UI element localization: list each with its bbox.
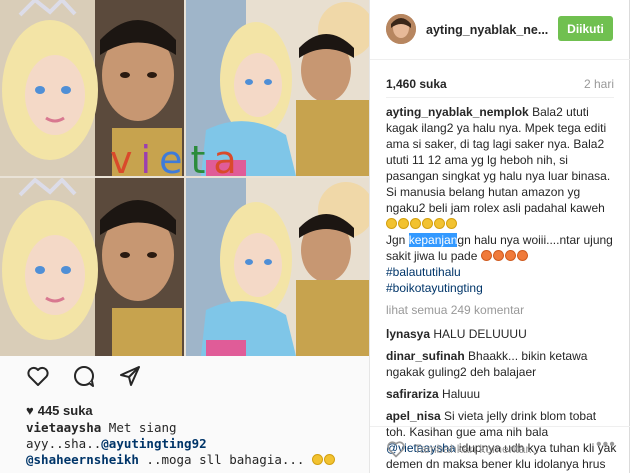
comment-input[interactable] — [414, 437, 586, 461]
likes-count-panel[interactable]: 1,460 suka — [386, 77, 447, 91]
emoji-smile-icon — [324, 454, 335, 465]
photo-quadrant-top-left — [0, 0, 184, 176]
heart-small-icon: ♥ — [26, 403, 34, 418]
post-header: ayting_nyablak_ne... Diikuti — [370, 0, 630, 60]
caption-username[interactable]: vietaaysha — [26, 420, 101, 435]
emoji-angry-icon — [504, 250, 516, 261]
comment-item: dinar_sufinah Bhaakk... bikin ketawa nga… — [386, 348, 618, 380]
avatar[interactable] — [386, 14, 416, 44]
hashtag-link[interactable]: #balaututihalu — [386, 265, 461, 279]
caption-text-2: ayy..sha.. — [26, 436, 102, 451]
emoji-laugh-icon — [410, 218, 421, 229]
comment-text: HALU DELUUUU — [433, 327, 527, 341]
emoji-smile-icon — [312, 454, 323, 465]
view-all-comments-link[interactable]: lihat semua 249 komentar — [386, 302, 618, 318]
emoji-angry-icon — [480, 250, 492, 261]
following-button[interactable]: Diikuti — [558, 16, 613, 41]
selected-text: kepanjan — [408, 233, 458, 247]
heart-icon[interactable] — [24, 362, 52, 390]
photo-quadrant-bottom-right — [186, 178, 369, 356]
comment-username[interactable]: dinar_sufinah — [386, 349, 465, 363]
emoji-laugh-icon — [434, 218, 445, 229]
comments-list: ayting_nyablak_nemplok Bala2 ututi kagak… — [386, 104, 618, 473]
comment-text: Haluuu — [442, 387, 481, 401]
main-comment: ayting_nyablak_nemplok Bala2 ututi kagak… — [386, 104, 618, 296]
comment-item: safirariza Haluuu — [386, 386, 618, 402]
hashtag-link[interactable]: #boikotayutingting — [386, 281, 483, 295]
comment-icon[interactable] — [70, 362, 98, 390]
comment-username[interactable]: safirariza — [386, 387, 439, 401]
emoji-laugh-icon — [422, 218, 433, 229]
emoji-angry-icon — [516, 250, 528, 261]
add-comment-bar: ••• — [370, 426, 630, 473]
post-likes[interactable]: ♥ 445 suka — [26, 403, 93, 418]
post-actions — [24, 362, 144, 390]
comment-text: Bala2 ututi kagak ilang2 ya halu nya. Mp… — [386, 105, 611, 215]
like-heart-icon[interactable] — [386, 439, 406, 459]
divider — [386, 97, 614, 98]
photo-quadrant-top-right — [186, 0, 369, 176]
comment-item: lynasya HALU DELUUUU — [386, 326, 618, 342]
caption-text-1: Met siang — [108, 420, 177, 435]
more-dots-icon[interactable]: ••• — [596, 436, 616, 454]
emoji-laugh-icon — [398, 218, 409, 229]
emoji-laugh-icon — [386, 218, 397, 229]
header-username[interactable]: ayting_nyablak_ne... — [426, 23, 548, 37]
comment-username[interactable]: lynasya — [386, 327, 430, 341]
caption-mention-2[interactable]: @shaheernsheikh — [26, 452, 139, 467]
comments-panel: ayting_nyablak_ne... Diikuti 1,460 suka … — [369, 0, 630, 473]
caption-text-3: ..moga sll bahagia... — [146, 452, 305, 467]
emoji-laugh-icon — [446, 218, 457, 229]
likes-count: 445 suka — [37, 403, 93, 418]
share-icon[interactable] — [116, 362, 144, 390]
post-caption: vietaaysha Met siang ayy..sha..@ayutingt… — [26, 420, 366, 468]
comment-username[interactable]: ayting_nyablak_nemplok — [386, 105, 529, 119]
comment-username[interactable]: apel_nisa — [386, 409, 441, 423]
timestamp[interactable]: 2 hari — [584, 77, 614, 91]
emoji-angry-icon — [492, 250, 504, 261]
post-photo[interactable]: vieta — [0, 0, 369, 356]
caption-mention-1[interactable]: @ayutingting92 — [101, 436, 206, 451]
photo-quadrant-bottom-left — [0, 178, 184, 356]
post-meta: 1,460 suka 2 hari — [386, 77, 614, 91]
comment-text-b: Jgn — [386, 233, 409, 247]
